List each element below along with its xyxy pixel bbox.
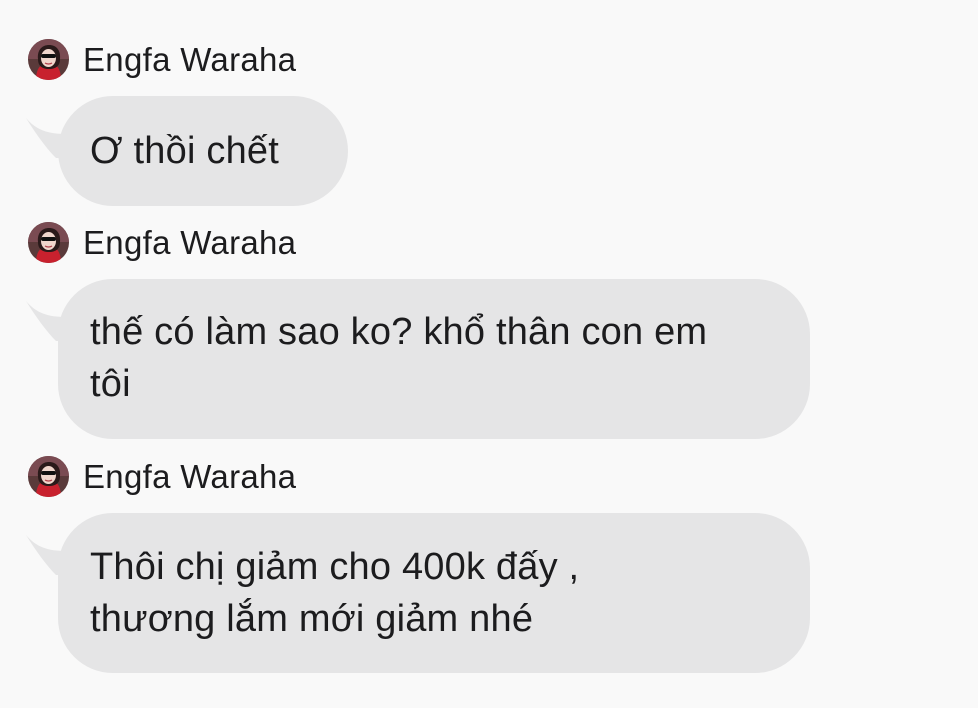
message-bubble-wrap: thế có làm sao ko? khổ thân con em tôi xyxy=(26,279,810,439)
message-bubble-wrap: Ơ thồi chết xyxy=(26,96,348,206)
profile-photo-avatar-icon xyxy=(28,455,69,497)
message-text: thế có làm sao ko? khổ thân con em tôi xyxy=(90,311,708,405)
sender-header: Engfa Waraha xyxy=(28,38,296,80)
message-text: Ơ thồi chết xyxy=(90,130,279,172)
sender-header: Engfa Waraha xyxy=(28,221,296,263)
avatar[interactable] xyxy=(28,38,69,80)
sender-header: Engfa Waraha xyxy=(28,455,296,497)
profile-photo-avatar-icon xyxy=(28,221,69,263)
sender-name: Engfa Waraha xyxy=(83,40,297,78)
message-bubble[interactable]: thế có làm sao ko? khổ thân con em tôi xyxy=(58,279,810,439)
sender-name: Engfa Waraha xyxy=(83,223,297,261)
sender-name: Engfa Waraha xyxy=(83,457,297,495)
avatar[interactable] xyxy=(28,221,69,263)
avatar[interactable] xyxy=(28,455,69,497)
message-text: Thôi chị giảm cho 400k đấy , thương lắm … xyxy=(90,546,580,640)
message-bubble-wrap: Thôi chị giảm cho 400k đấy , thương lắm … xyxy=(26,513,810,673)
profile-photo-avatar-icon xyxy=(28,38,69,80)
chat-thread: Engfa Waraha Ơ thồi chết Engfa Waraha th… xyxy=(0,0,978,708)
message-bubble[interactable]: Thôi chị giảm cho 400k đấy , thương lắm … xyxy=(58,513,810,673)
message-bubble[interactable]: Ơ thồi chết xyxy=(58,96,348,206)
